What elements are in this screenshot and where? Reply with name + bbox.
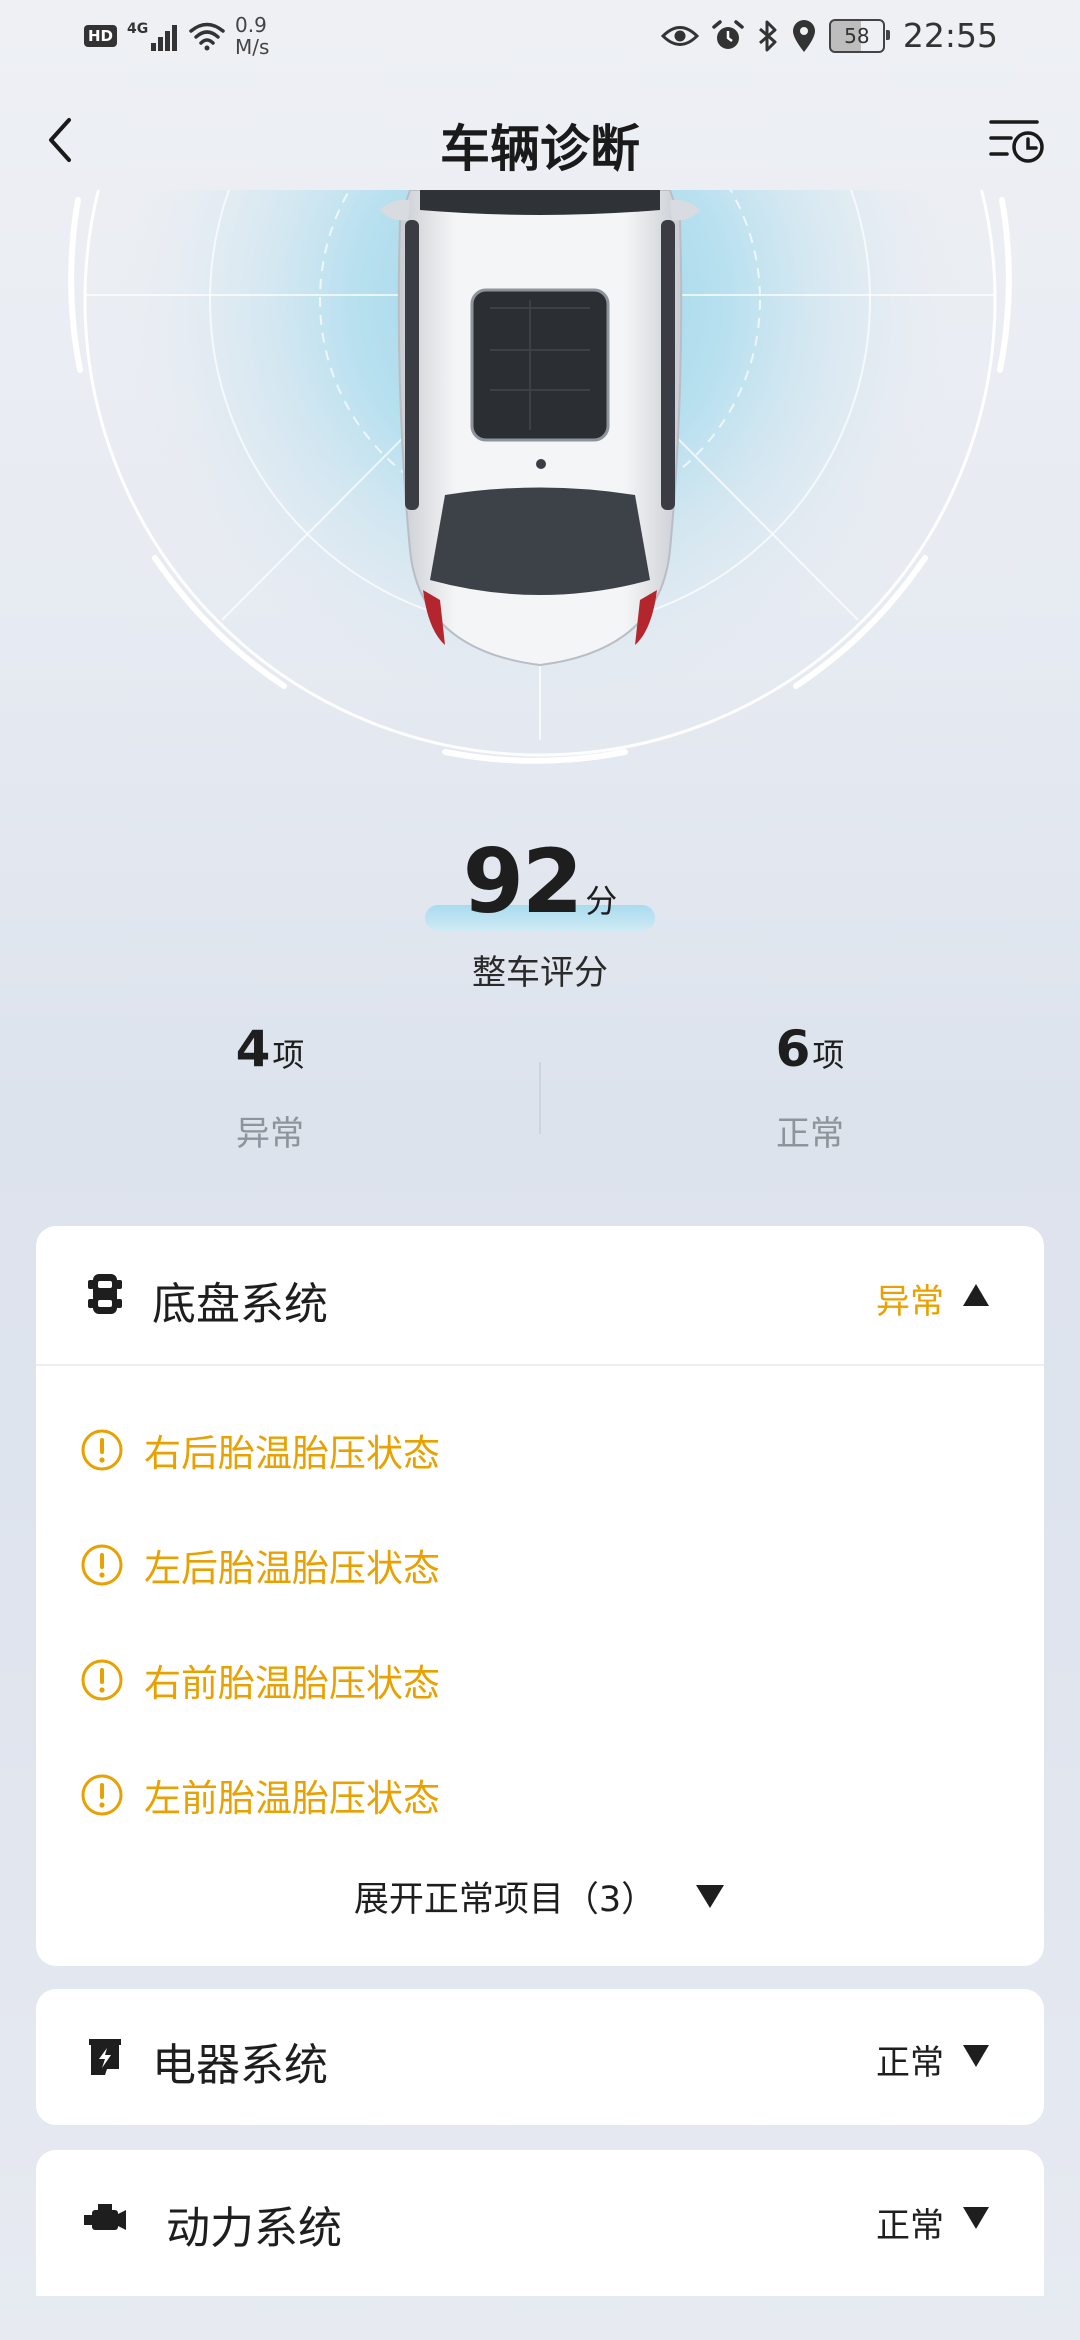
network-type: 4G	[127, 21, 149, 37]
triangle-down-icon	[696, 1885, 725, 1908]
history-button[interactable]	[984, 107, 1050, 173]
car-radar-illustration	[68, 190, 1012, 764]
page-title: 车辆诊断	[440, 120, 640, 178]
collapse-toggle[interactable]	[960, 1281, 992, 1309]
expand-toggle[interactable]	[960, 2042, 992, 2070]
diagnosis-stats: 4项 异常 6项 正常	[0, 1020, 1080, 1180]
status-bar: HD 4G 0.9 M/s 58 22:55	[0, 0, 1080, 80]
normal-count-unit: 项	[812, 1036, 845, 1074]
chassis-icon	[84, 1273, 126, 1315]
status-badge: 异常	[876, 1282, 944, 1322]
normal-count-value: 6	[775, 1020, 811, 1078]
triangle-down-icon	[963, 2207, 989, 2229]
system-name: 动力系统	[166, 2203, 342, 2254]
cell-signal-icon: 4G	[127, 19, 179, 53]
normal-count[interactable]: 6项 正常	[660, 1020, 960, 1155]
score-line: 92 分	[0, 830, 1080, 933]
abnormal-label: 异常	[236, 1114, 304, 1154]
status-bar-left: HD 4G 0.9 M/s	[84, 14, 269, 58]
system-card-powertrain[interactable]: 动力系统 正常	[36, 2150, 1044, 2296]
speed-unit: M/s	[235, 35, 270, 59]
vehicle-score: 92 分 整车评分	[0, 830, 1080, 993]
system-card-electrical[interactable]: 电器系统 正常	[36, 1989, 1044, 2125]
history-list-icon	[989, 120, 1044, 163]
normal-label: 正常	[776, 1114, 844, 1154]
issue-label: 左后胎温胎压状态	[144, 1547, 440, 1590]
stats-divider	[539, 1062, 541, 1134]
triangle-up-icon	[963, 1284, 989, 1306]
triangle-down-icon	[963, 2045, 989, 2067]
hd-badge: HD	[84, 25, 118, 47]
alarm-icon	[712, 19, 744, 49]
clock: 22:55	[902, 16, 998, 55]
status-badge: 正常	[876, 2206, 944, 2246]
issue-label: 左前胎温胎压状态	[144, 1777, 440, 1820]
wifi-icon	[189, 22, 225, 51]
score-value: 92	[462, 830, 583, 933]
warning-circle-icon	[81, 1429, 123, 1471]
system-name: 电器系统	[152, 2040, 328, 2091]
warning-circle-icon	[81, 1544, 123, 1586]
expand-toggle[interactable]	[960, 2204, 992, 2232]
speed-value: 0.9	[235, 13, 267, 37]
warning-circle-icon	[81, 1659, 123, 1701]
car-icon	[380, 190, 700, 667]
network-speed: 0.9 M/s	[235, 14, 269, 58]
issue-label: 右后胎温胎压状态	[144, 1432, 440, 1475]
score-label: 整车评分	[472, 953, 608, 993]
system-card-header[interactable]: 底盘系统 异常	[36, 1226, 1044, 1364]
expand-normal-items-button[interactable]: 展开正常项目（3）	[36, 1866, 1044, 1926]
engine-icon	[80, 2198, 132, 2240]
location-icon	[792, 19, 815, 52]
battery-level: 58	[844, 23, 870, 48]
warning-circle-icon	[81, 1774, 123, 1816]
eye-icon	[660, 25, 699, 46]
expand-normal-label: 展开正常项目（3）	[353, 1879, 657, 1920]
issue-item[interactable]: 右后胎温胎压状态	[80, 1420, 440, 1480]
status-badge: 正常	[876, 2043, 944, 2083]
system-card-chassis: 底盘系统 异常 右后胎温胎压状态 左后胎温胎压状态 右前胎温胎压状态 左前胎温胎…	[36, 1226, 1044, 1966]
app-header: 车辆诊断	[0, 95, 1080, 185]
bluetooth-icon	[758, 20, 777, 51]
status-bar-right: 58 22:55	[660, 16, 998, 55]
issue-label: 右前胎温胎压状态	[144, 1662, 440, 1705]
issue-item[interactable]: 右前胎温胎压状态	[80, 1650, 440, 1710]
electrical-icon	[84, 2036, 126, 2078]
abnormal-count-value: 4	[235, 1020, 271, 1078]
system-name: 底盘系统	[152, 1279, 328, 1330]
abnormal-count[interactable]: 4项 异常	[120, 1020, 420, 1155]
abnormal-count-unit: 项	[272, 1036, 305, 1074]
battery-icon: 58	[828, 18, 890, 53]
score-unit: 分	[585, 882, 618, 920]
card-divider	[36, 1364, 1044, 1366]
issue-item[interactable]: 左后胎温胎压状态	[80, 1535, 440, 1595]
issue-item[interactable]: 左前胎温胎压状态	[80, 1765, 440, 1825]
